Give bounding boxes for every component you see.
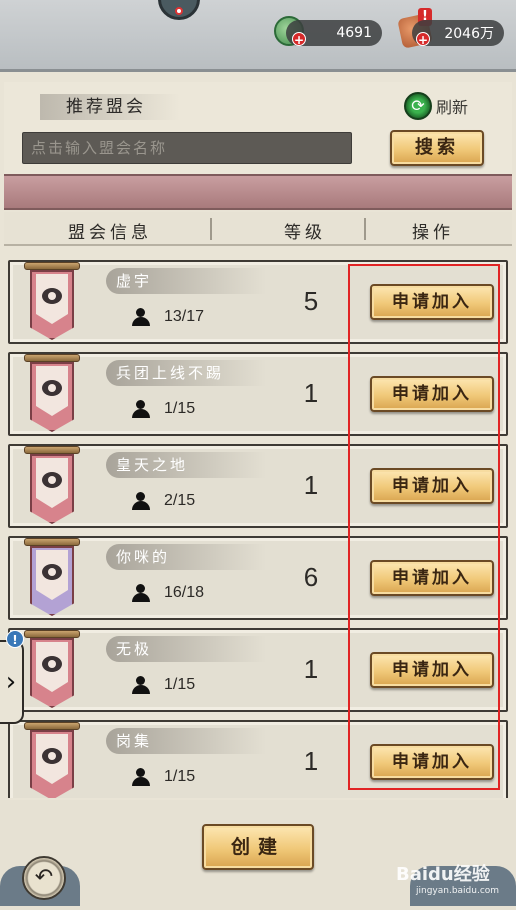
guild-level: 6 xyxy=(303,562,319,592)
member-count: 13/17 xyxy=(132,308,204,326)
member-count-value: 1/15 xyxy=(164,400,196,417)
member-count: 2/15 xyxy=(132,492,195,510)
member-count: 16/18 xyxy=(132,584,204,602)
notification-dot xyxy=(175,7,183,15)
guild-level: 5 xyxy=(303,286,319,316)
member-count-value: 1/15 xyxy=(164,768,196,785)
member-count: 1/15 xyxy=(132,400,195,418)
highlight-annotation-box xyxy=(348,264,500,790)
members-icon xyxy=(132,400,152,418)
refresh-button[interactable]: ⟳ 刷新 xyxy=(404,92,468,120)
side-alert-icon: ! xyxy=(6,630,24,648)
top-emblem-icon[interactable] xyxy=(158,0,200,20)
col-action-header: 操作 xyxy=(412,223,454,243)
guild-level: 1 xyxy=(303,470,319,500)
guild-banner-icon xyxy=(24,630,80,710)
member-count-value: 1/15 xyxy=(164,676,196,693)
col-level-header: 等级 xyxy=(284,223,326,243)
create-guild-button[interactable]: 创建 xyxy=(202,824,314,870)
guild-banner-icon xyxy=(24,354,80,434)
header-divider xyxy=(210,218,212,240)
col-info-header: 盟会信息 xyxy=(68,223,152,243)
guild-name: 无极 xyxy=(106,636,266,662)
back-button[interactable]: ↶ xyxy=(22,856,66,900)
watermark-brand: Baidu经验 xyxy=(396,864,490,885)
section-title: 推荐盟会 xyxy=(40,94,180,120)
member-count: 1/15 xyxy=(132,768,195,786)
refresh-icon: ⟳ xyxy=(404,92,432,120)
add-coin-icon[interactable]: + xyxy=(416,32,430,47)
guild-banner-icon xyxy=(24,538,80,618)
guild-banner-icon xyxy=(24,446,80,526)
guild-name: 岗集 xyxy=(106,728,266,754)
add-jade-icon[interactable]: + xyxy=(292,32,306,47)
guild-name: 你咪的 xyxy=(106,544,266,570)
members-icon xyxy=(132,584,152,602)
members-icon xyxy=(132,768,152,786)
guild-name: 虚宇 xyxy=(106,268,266,294)
search-button[interactable]: 搜索 xyxy=(390,130,484,166)
member-count: 1/15 xyxy=(132,676,195,694)
guild-level: 1 xyxy=(303,378,319,408)
watermark-url: jingyan.baidu.com xyxy=(416,886,500,896)
watermark: Baidu经验 jingyan.baidu.com xyxy=(396,860,499,896)
refresh-label: 刷新 xyxy=(436,98,469,117)
guild-level: 1 xyxy=(303,746,319,776)
side-expand-tab[interactable]: › xyxy=(0,640,24,724)
guild-banner-icon xyxy=(24,262,80,342)
coin-value: 2046万 xyxy=(444,26,494,42)
jade-value: 4691 xyxy=(336,25,372,41)
members-icon xyxy=(132,308,152,326)
members-icon xyxy=(132,492,152,510)
table-header: 盟会信息 等级 操作 xyxy=(4,212,512,246)
decorative-band xyxy=(4,174,512,210)
guild-banner-icon xyxy=(24,722,80,798)
member-count-value: 16/18 xyxy=(164,584,205,601)
member-count-value: 2/15 xyxy=(164,492,196,509)
guild-search-input[interactable] xyxy=(22,132,352,164)
header-divider xyxy=(364,218,366,240)
member-count-value: 13/17 xyxy=(164,308,205,325)
guild-level: 1 xyxy=(303,654,319,684)
guild-name: 兵团上线不踢 xyxy=(106,360,266,386)
members-icon xyxy=(132,676,152,694)
guild-name: 皇天之地 xyxy=(106,452,266,478)
